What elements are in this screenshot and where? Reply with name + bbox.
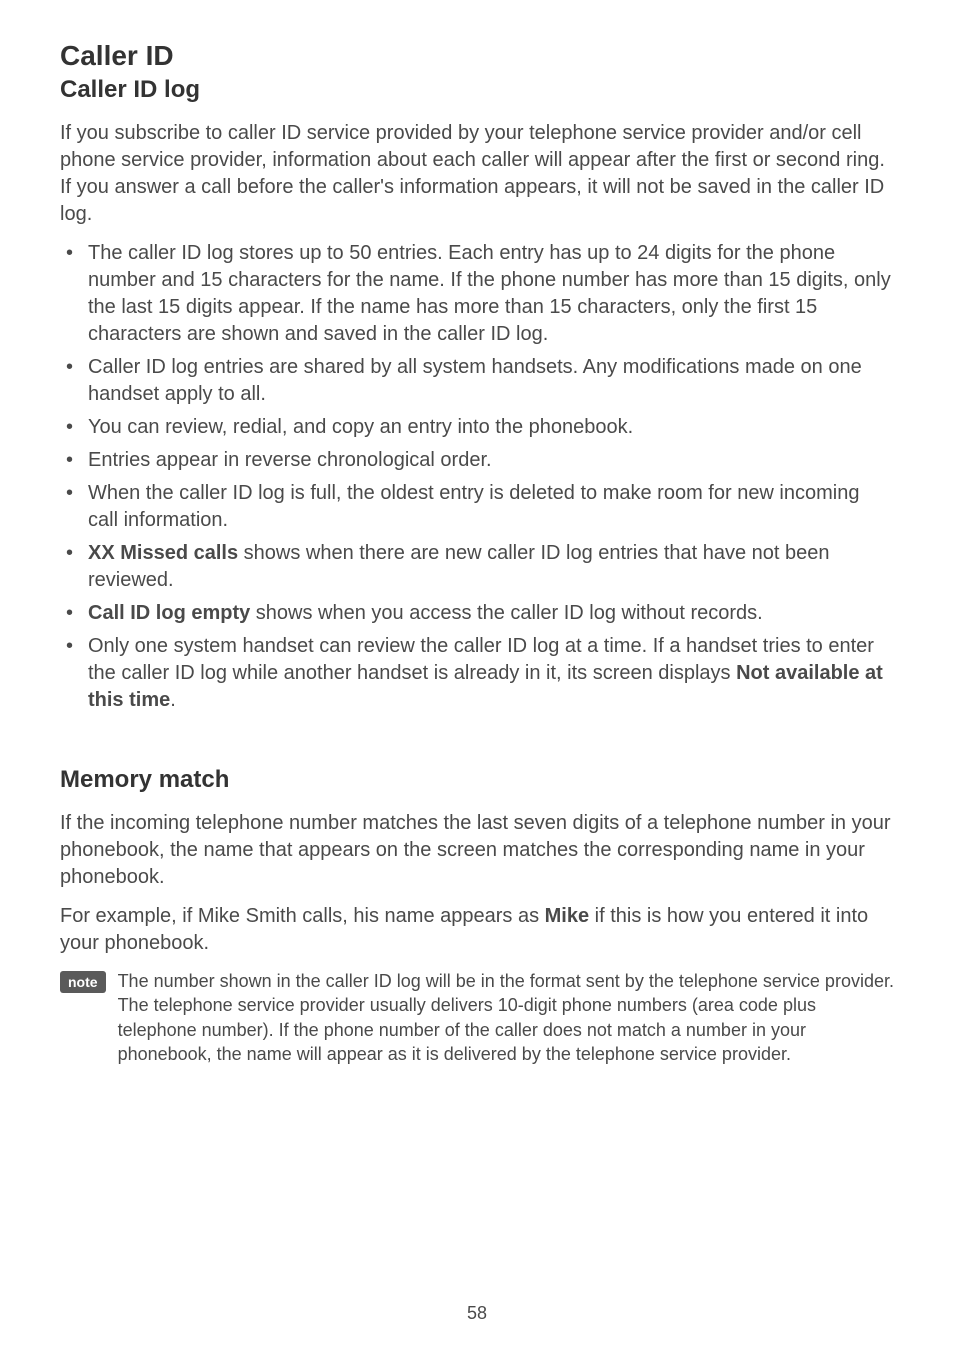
paragraph-bold: Mike <box>545 905 589 927</box>
paragraph-text: For example, if Mike Smith calls, his na… <box>60 905 545 927</box>
bullet-bold: XX Missed calls <box>88 542 238 564</box>
bullet-item: When the caller ID log is full, the olde… <box>60 480 894 534</box>
intro-paragraph: If you subscribe to caller ID service pr… <box>60 120 894 228</box>
bullet-item: The caller ID log stores up to 50 entrie… <box>60 240 894 348</box>
memory-match-paragraph-1: If the incoming telephone number matches… <box>60 810 894 891</box>
bullet-bold: Call ID log empty <box>88 602 250 624</box>
bullet-item: XX Missed calls shows when there are new… <box>60 540 894 594</box>
caller-id-bullet-list: The caller ID log stores up to 50 entrie… <box>60 240 894 714</box>
note-text: The number shown in the caller ID log wi… <box>118 969 894 1066</box>
subsection-memory-match-title: Memory match <box>60 766 894 794</box>
bullet-item: Call ID log empty shows when you access … <box>60 600 894 627</box>
page-number: 58 <box>467 1303 487 1324</box>
bullet-item: You can review, redial, and copy an entr… <box>60 414 894 441</box>
bullet-item: Entries appear in reverse chronological … <box>60 447 894 474</box>
bullet-text: . <box>170 689 176 711</box>
subsection-caller-id-log-title: Caller ID log <box>60 76 894 104</box>
bullet-item: Caller ID log entries are shared by all … <box>60 354 894 408</box>
note-badge: note <box>60 971 106 993</box>
bullet-item: Only one system handset can review the c… <box>60 633 894 714</box>
note-row: note The number shown in the caller ID l… <box>60 969 894 1066</box>
section-title: Caller ID <box>60 40 894 72</box>
bullet-text: shows when you access the caller ID log … <box>250 602 762 624</box>
memory-match-paragraph-2: For example, if Mike Smith calls, his na… <box>60 903 894 957</box>
